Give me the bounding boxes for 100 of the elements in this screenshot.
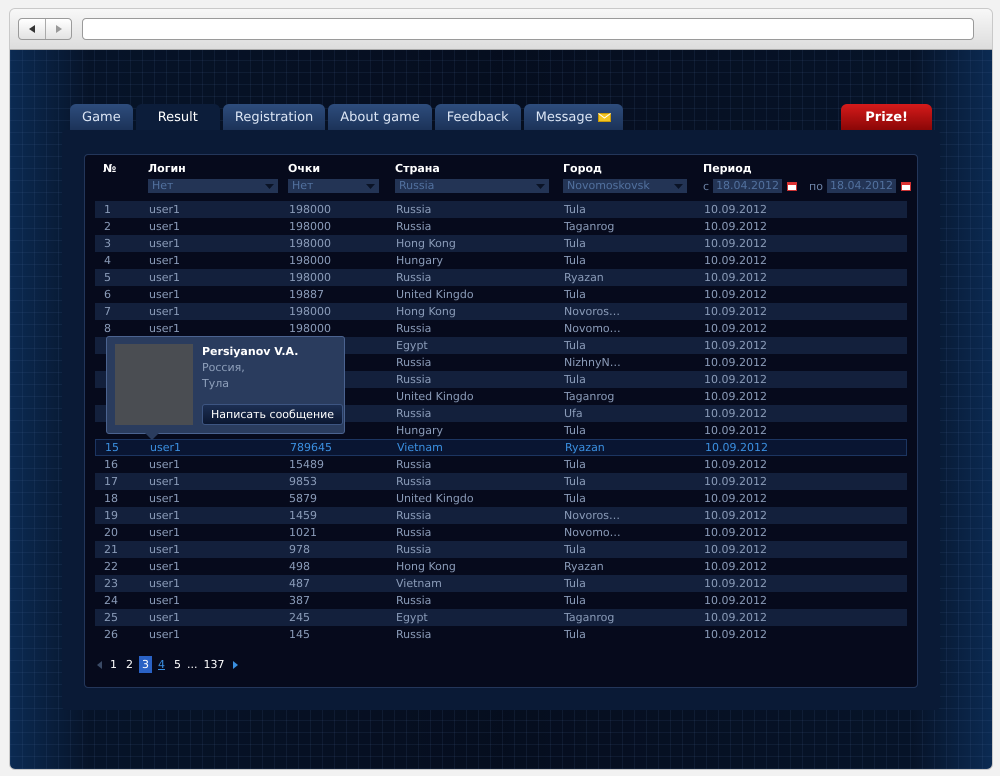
table-cell-text: 10.09.2012 <box>703 236 768 252</box>
page-link[interactable]: 4 <box>155 656 168 673</box>
table-cell-text: Russia <box>395 372 432 388</box>
table-cell-text: user1 <box>148 202 181 218</box>
table-cell-text: 10.09.2012 <box>703 627 768 643</box>
dropdown-caret-icon <box>265 184 274 188</box>
dropdown-value: Novomoskovsk <box>567 179 650 193</box>
table-cell-text: Hungary <box>395 423 444 439</box>
table-cell-text: 10.09.2012 <box>703 389 768 405</box>
table-cell-text: Taganrog <box>563 610 616 626</box>
table-cell-text: 10.09.2012 <box>703 457 768 473</box>
table-cell-text: 10.09.2012 <box>703 355 768 371</box>
table-cell-text: Russia <box>395 474 432 490</box>
send-message-button[interactable]: Написать сообщение <box>202 404 344 425</box>
table-cell-text: Tula <box>563 542 587 558</box>
table-cell-text: 23 <box>103 576 119 592</box>
table-cell-text: Tula <box>563 372 587 388</box>
table-cell-text: Tula <box>563 287 587 303</box>
table-cell-text: 19887 <box>288 287 325 303</box>
to-label: по <box>809 180 823 192</box>
table-cell-text: Hungary <box>395 253 444 269</box>
table-cell-text: Egypt <box>395 338 429 354</box>
table-cell-text: 19 <box>103 508 119 524</box>
tab[interactable]: About game <box>328 104 432 130</box>
column-header: Город <box>562 161 603 177</box>
table-cell-text: Tula <box>563 253 587 269</box>
table-cell-text: user1 <box>148 559 181 575</box>
table-cell-text: user1 <box>148 627 181 643</box>
dropdown-value: Russia <box>399 179 434 193</box>
table-cell-text: 10.09.2012 <box>703 270 768 286</box>
table-cell-text: 198000 <box>288 321 332 337</box>
page-link[interactable]: 2 <box>123 656 136 673</box>
table-cell-text: United Kingdo <box>395 287 475 303</box>
column-header: Страна <box>394 161 441 177</box>
dropdown-caret-icon <box>674 184 683 188</box>
table-cell-text: 198000 <box>288 202 332 218</box>
page-link[interactable]: 5 <box>171 656 184 673</box>
table-cell-text: Tula <box>563 202 587 218</box>
table-cell-text: Russia <box>395 593 432 609</box>
table-cell-text: 3 <box>103 236 112 252</box>
user-name: Persiyanov V.A. <box>202 345 300 358</box>
table-cell-text: 1 <box>103 202 112 218</box>
table-cell-text: user1 <box>148 270 181 286</box>
dropdown-caret-icon <box>536 184 545 188</box>
table-cell-text: user1 <box>148 610 181 626</box>
table-cell-text: Vietnam <box>396 440 444 455</box>
table-cell-text: 24 <box>103 593 119 609</box>
table-cell-text: 10.09.2012 <box>703 559 768 575</box>
table-cell-text: 4 <box>103 253 112 269</box>
page-link[interactable]: 3 <box>139 656 152 673</box>
table-cell-text: Russia <box>395 508 432 524</box>
address-bar[interactable] <box>82 18 974 40</box>
column-header: Очки <box>287 161 322 177</box>
table-cell-text: 10.09.2012 <box>703 491 768 507</box>
table-cell-text: 1459 <box>288 508 318 524</box>
table-cell-text: Novomo… <box>563 321 622 337</box>
next-page-icon[interactable] <box>232 660 238 668</box>
calendar-icon[interactable] <box>900 181 911 191</box>
table-cell-text: Novoros… <box>563 304 621 320</box>
tab[interactable]: Message <box>524 104 623 130</box>
table-cell-text: 2 <box>103 219 112 235</box>
table-cell-text: 10.09.2012 <box>703 576 768 592</box>
calendar-icon[interactable] <box>787 181 798 191</box>
table-cell-text: 18 <box>103 491 119 507</box>
table-cell-text: Russia <box>395 457 432 473</box>
table-cell-text: 17 <box>103 474 119 490</box>
back-arrow-icon <box>29 25 35 33</box>
tab[interactable]: Feedback <box>434 104 521 130</box>
table-cell-text: Russia <box>395 355 432 371</box>
table-cell-text: user1 <box>148 304 181 320</box>
tab[interactable]: Registration <box>222 104 326 130</box>
table-cell-text: 10.09.2012 <box>703 287 768 303</box>
table-cell-text: Novoros… <box>563 508 621 524</box>
tab[interactable]: Result <box>136 104 220 130</box>
user-country: Россия, <box>202 361 246 374</box>
table-cell-text: user1 <box>148 491 181 507</box>
column-header: № <box>102 161 118 177</box>
page-link[interactable]: 137 <box>200 656 228 673</box>
table-cell-text: Vietnam <box>395 576 443 592</box>
table-cell-text: 10.09.2012 <box>703 406 768 422</box>
table-cell-text: Hong Kong <box>395 236 457 252</box>
table-cell-text: Russia <box>395 542 432 558</box>
table-cell-text: 10.09.2012 <box>703 593 768 609</box>
table-cell-text: 145 <box>288 627 311 643</box>
table-cell-text: Ryazan <box>563 270 605 286</box>
table-cell-text: Tula <box>563 474 587 490</box>
table-cell-text: Russia <box>395 270 432 286</box>
table-cell-text: 789645 <box>289 440 333 455</box>
table-cell-text: 10.09.2012 <box>703 423 768 439</box>
page-link[interactable]: 1 <box>107 656 120 673</box>
table-cell-text: Tula <box>563 236 587 252</box>
prize-button[interactable]: Prize! <box>841 104 932 130</box>
tab[interactable]: Game <box>70 104 133 130</box>
table-cell-text: user1 <box>149 440 182 455</box>
from-label: с <box>703 180 710 192</box>
table-cell-text: user1 <box>148 542 181 558</box>
table-cell-text: user1 <box>148 593 181 609</box>
table-cell-text: 10.09.2012 <box>703 321 768 337</box>
table-cell-text: 387 <box>288 593 311 609</box>
table-cell-text: Taganrog <box>563 219 616 235</box>
